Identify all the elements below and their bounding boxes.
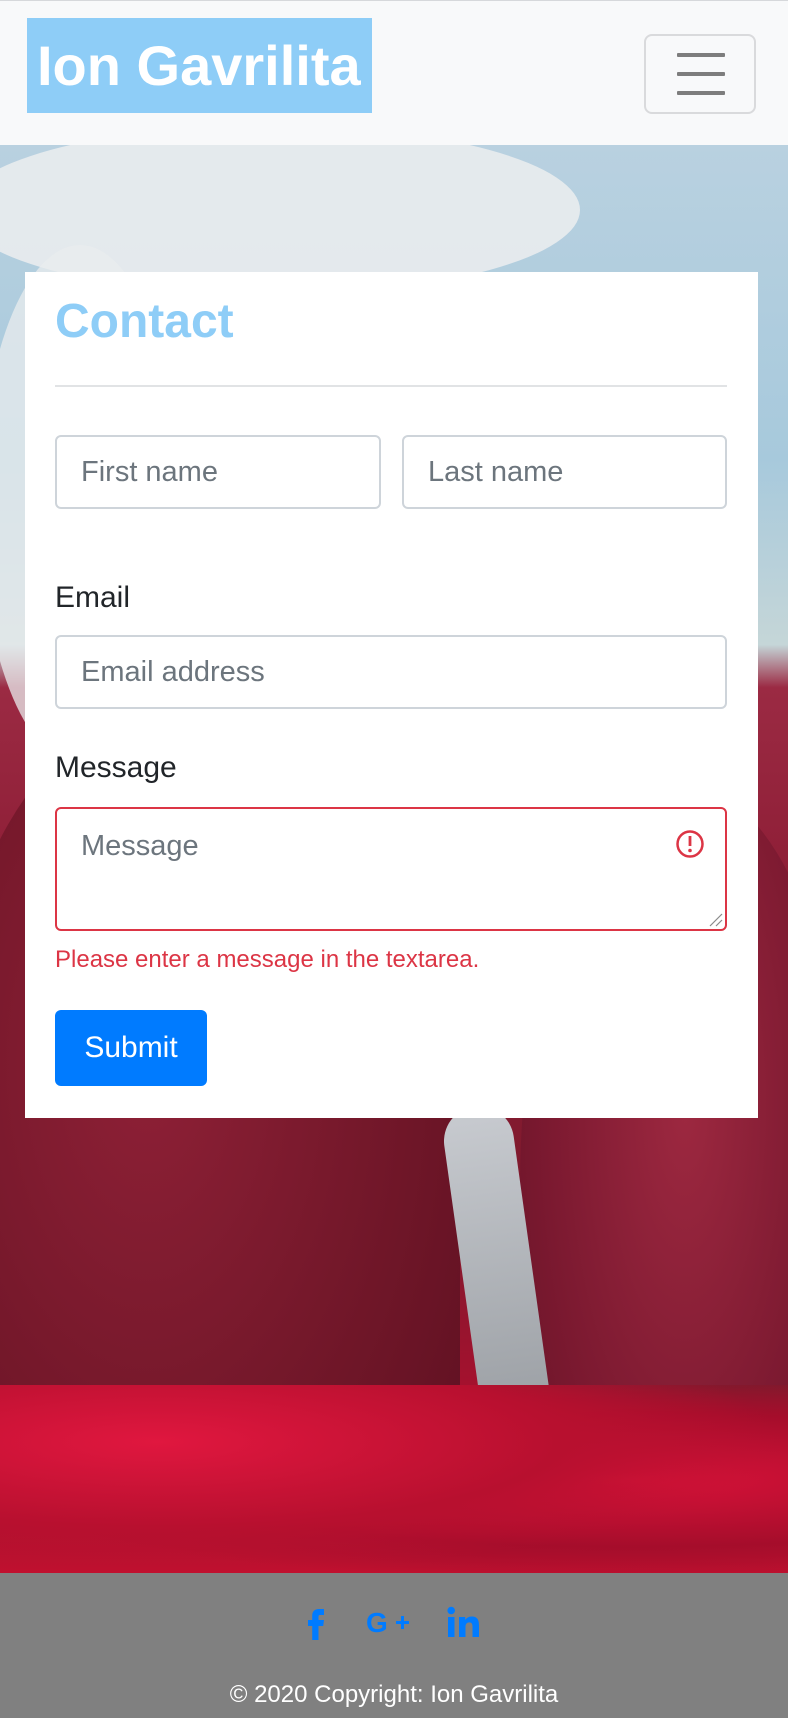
message-error-text: Please enter a message in the textarea.: [55, 946, 480, 973]
contact-title: Contact: [55, 295, 234, 348]
navbar-toggler-button[interactable]: [644, 34, 756, 114]
message-textarea[interactable]: Message: [55, 807, 727, 931]
email-label: Email: [55, 581, 131, 614]
resize-handle-icon[interactable]: [707, 911, 723, 927]
copyright-text: © 2020 Copyright: Ion Gavrilita: [229, 1681, 559, 1708]
hamburger-menu-icon-bar: [677, 72, 725, 76]
message-label: Message: [55, 751, 177, 784]
navbar: Ion Gavrilita: [0, 0, 788, 145]
svg-text:G: G: [366, 1607, 388, 1638]
last-name-input[interactable]: Last name: [402, 435, 727, 509]
linkedin-icon[interactable]: [444, 1603, 484, 1643]
submit-button[interactable]: Submit: [55, 1010, 207, 1086]
facebook-icon[interactable]: [296, 1603, 336, 1643]
contact-card: Contact First name Last name Email Email…: [25, 272, 758, 1118]
google-plus-icon[interactable]: G: [364, 1603, 412, 1643]
email-input[interactable]: Email address: [55, 635, 727, 709]
first-name-input[interactable]: First name: [55, 435, 381, 509]
flowers-foreground: [0, 1385, 788, 1573]
message-placeholder: Message: [81, 830, 199, 862]
hamburger-menu-icon-bar: [677, 91, 725, 95]
hamburger-menu-icon: [677, 53, 725, 57]
invalid-warning-icon: [676, 830, 704, 858]
brand-logo[interactable]: Ion Gavrilita: [27, 18, 372, 113]
footer: G © 2020 Copyright: Ion Gavrilita: [0, 1573, 788, 1718]
title-divider: [55, 385, 727, 387]
